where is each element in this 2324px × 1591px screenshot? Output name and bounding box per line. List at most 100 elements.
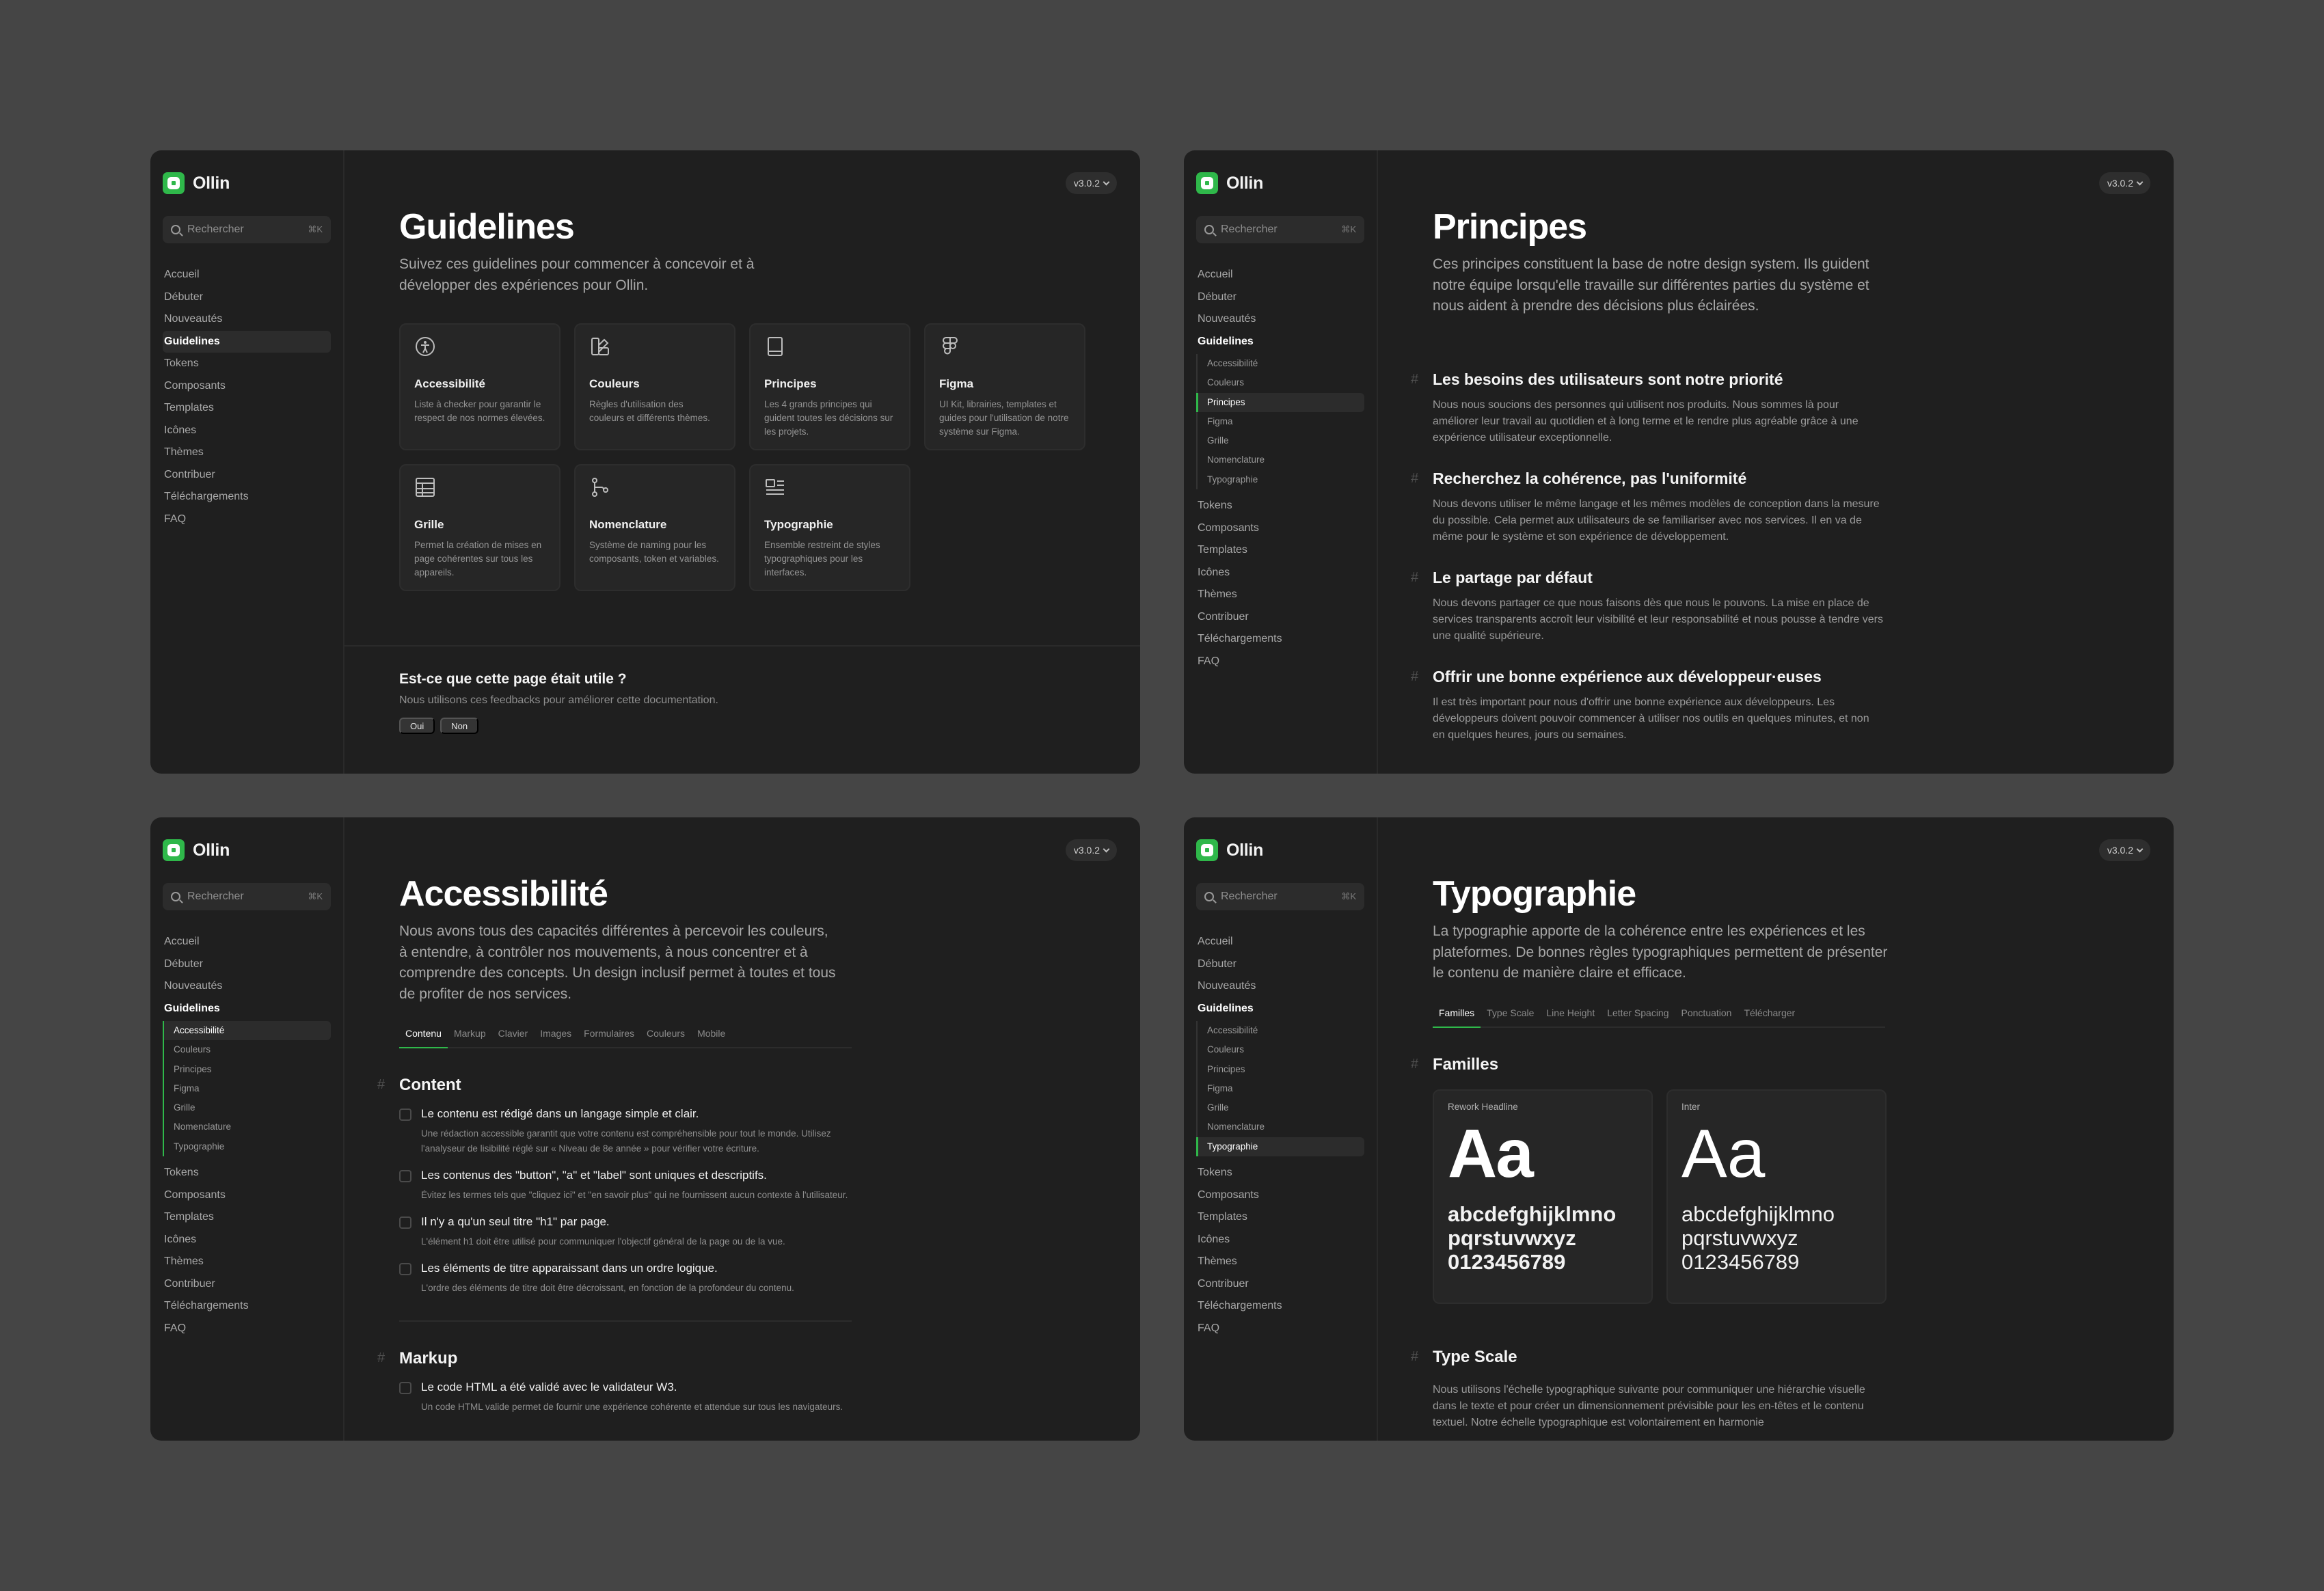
logo[interactable]: Ollin [163,171,331,195]
card-principes[interactable]: Principes Les 4 grands principes qui gui… [749,323,910,450]
sub-item-couleurs[interactable]: Couleurs [1198,373,1364,392]
sidebar-item-tokens[interactable]: Tokens [163,1162,331,1184]
sidebar-item-accueil[interactable]: Accueil [163,264,331,286]
sidebar-item-icones[interactable]: Icônes [1196,1229,1364,1251]
sub-item-nomenclature[interactable]: Nomenclature [1198,1117,1364,1137]
sidebar-item-composants[interactable]: Composants [1196,1184,1364,1207]
search-input[interactable]: Rechercher ⌘K [163,883,331,910]
sub-item-nomenclature[interactable]: Nomenclature [164,1117,331,1137]
feedback-yes-button[interactable]: Oui [399,718,435,734]
sidebar-item-contribuer[interactable]: Contribuer [1196,1273,1364,1296]
sidebar-item-composants[interactable]: Composants [1196,517,1364,540]
sub-item-grille[interactable]: Grille [1198,431,1364,450]
logo[interactable]: Ollin [1196,838,1364,862]
sidebar-item-tokens[interactable]: Tokens [1196,495,1364,517]
sidebar-item-nouveautes[interactable]: Nouveautés [1196,308,1364,331]
sub-item-typographie[interactable]: Typographie [164,1137,331,1156]
checkbox[interactable] [399,1216,411,1229]
sidebar-item-themes[interactable]: Thèmes [1196,584,1364,606]
sub-item-principes[interactable]: Principes [1198,1060,1364,1079]
sidebar-item-themes[interactable]: Thèmes [163,1251,331,1273]
anchor-link-icon[interactable]: # [1411,669,1418,685]
sidebar-item-templates[interactable]: Templates [163,1206,331,1229]
anchor-link-icon[interactable]: # [377,1077,385,1093]
sidebar-item-tokens[interactable]: Tokens [163,353,331,375]
sidebar-item-telechargements[interactable]: Téléchargements [1196,1295,1364,1318]
version-select[interactable]: v3.0.2 [2098,839,2150,861]
sidebar-item-guidelines[interactable]: Guidelines [1196,998,1364,1020]
sub-item-typographie[interactable]: Typographie [1196,1137,1364,1157]
sub-item-accessibilite[interactable]: Accessibilité [1198,1021,1364,1040]
sidebar-item-themes[interactable]: Thèmes [163,441,331,464]
tab-couleurs[interactable]: Couleurs [640,1021,691,1047]
sub-item-figma[interactable]: Figma [1198,412,1364,431]
version-select[interactable]: v3.0.2 [2098,172,2150,194]
tab-telecharger[interactable]: Télécharger [1738,1001,1801,1026]
sub-item-figma[interactable]: Figma [164,1079,331,1098]
card-accessibilite[interactable]: Accessibilité Liste à checker pour garan… [399,323,560,450]
checkbox[interactable] [399,1263,411,1275]
sidebar-item-guidelines[interactable]: Guidelines [1196,331,1364,353]
sidebar-item-composants[interactable]: Composants [163,375,331,398]
sidebar-item-accueil[interactable]: Accueil [1196,931,1364,953]
tab-line-height[interactable]: Line Height [1540,1001,1601,1026]
sub-item-accessibilite[interactable]: Accessibilité [1198,354,1364,373]
sub-item-couleurs[interactable]: Couleurs [164,1040,331,1059]
sidebar-item-templates[interactable]: Templates [1196,539,1364,562]
sidebar-item-icones[interactable]: Icônes [163,1229,331,1251]
sidebar-item-nouveautes[interactable]: Nouveautés [163,975,331,998]
tab-contenu[interactable]: Contenu [399,1021,448,1048]
card-figma[interactable]: Figma UI Kit, librairies, templates et g… [924,323,1085,450]
anchor-link-icon[interactable]: # [1411,372,1418,387]
sidebar-item-debuter[interactable]: Débuter [1196,286,1364,309]
tab-letter-spacing[interactable]: Letter Spacing [1601,1001,1675,1026]
sidebar-item-telechargements[interactable]: Téléchargements [163,1295,331,1318]
logo[interactable]: Ollin [163,838,331,862]
sub-item-couleurs[interactable]: Couleurs [1198,1040,1364,1059]
sub-item-grille[interactable]: Grille [1198,1098,1364,1117]
sidebar-item-templates[interactable]: Templates [163,397,331,420]
anchor-link-icon[interactable]: # [1411,1057,1418,1072]
sidebar-item-faq[interactable]: FAQ [163,1318,331,1340]
sidebar-item-debuter[interactable]: Débuter [163,953,331,976]
tab-mobile[interactable]: Mobile [691,1021,731,1047]
sidebar-item-telechargements[interactable]: Téléchargements [1196,628,1364,651]
tab-ponctuation[interactable]: Ponctuation [1675,1001,1738,1026]
anchor-link-icon[interactable]: # [1411,570,1418,586]
version-select[interactable]: v3.0.2 [1065,839,1117,861]
logo[interactable]: Ollin [1196,171,1364,195]
card-couleurs[interactable]: Couleurs Règles d'utilisation des couleu… [574,323,735,450]
sub-item-typographie[interactable]: Typographie [1198,470,1364,489]
sub-item-nomenclature[interactable]: Nomenclature [1198,450,1364,470]
sidebar-item-icones[interactable]: Icônes [163,420,331,442]
checkbox[interactable] [399,1382,411,1394]
search-input[interactable]: Rechercher ⌘K [163,216,331,243]
tab-clavier[interactable]: Clavier [492,1021,535,1047]
sidebar-item-faq[interactable]: FAQ [1196,651,1364,673]
card-typographie[interactable]: Typographie Ensemble restreint de styles… [749,464,910,591]
sidebar-item-contribuer[interactable]: Contribuer [163,1273,331,1296]
checkbox[interactable] [399,1109,411,1121]
sidebar-item-accueil[interactable]: Accueil [1196,264,1364,286]
sidebar-item-guidelines[interactable]: Guidelines [163,998,331,1020]
sub-item-grille[interactable]: Grille [164,1098,331,1117]
sidebar-item-nouveautes[interactable]: Nouveautés [1196,975,1364,998]
feedback-no-button[interactable]: Non [440,718,479,734]
tab-markup[interactable]: Markup [448,1021,492,1047]
sidebar-item-faq[interactable]: FAQ [1196,1318,1364,1340]
tab-formulaires[interactable]: Formulaires [578,1021,640,1047]
sidebar-item-accueil[interactable]: Accueil [163,931,331,953]
tab-images[interactable]: Images [534,1021,578,1047]
tab-type-scale[interactable]: Type Scale [1481,1001,1540,1026]
sidebar-item-icones[interactable]: Icônes [1196,562,1364,584]
search-input[interactable]: Rechercher ⌘K [1196,883,1364,910]
sidebar-item-telechargements[interactable]: Téléchargements [163,486,331,508]
sidebar-item-composants[interactable]: Composants [163,1184,331,1207]
search-input[interactable]: Rechercher ⌘K [1196,216,1364,243]
checkbox[interactable] [399,1170,411,1182]
sub-item-accessibilite[interactable]: Accessibilité [164,1021,331,1041]
card-nomenclature[interactable]: Nomenclature Système de naming pour les … [574,464,735,591]
sidebar-item-templates[interactable]: Templates [1196,1206,1364,1229]
sidebar-item-contribuer[interactable]: Contribuer [163,464,331,487]
sidebar-item-guidelines[interactable]: Guidelines [163,330,331,353]
